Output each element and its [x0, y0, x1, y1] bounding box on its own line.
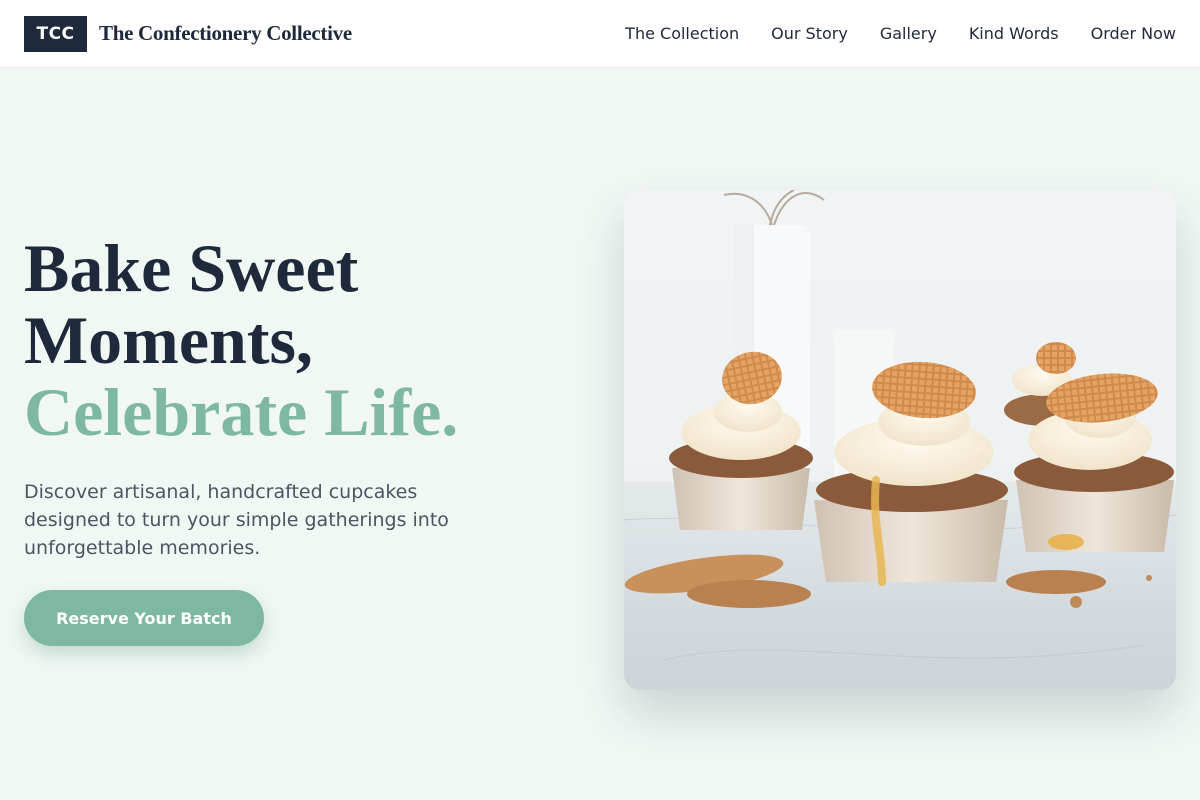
hero-image: [624, 190, 1176, 690]
reserve-batch-button[interactable]: Reserve Your Batch: [24, 590, 264, 646]
hero-headline: Bake Sweet Moments, Celebrate Life.: [24, 232, 564, 448]
brand[interactable]: TCC The Confectionery Collective: [24, 15, 352, 52]
logo-badge[interactable]: TCC: [24, 15, 87, 52]
nav-link-kind-words[interactable]: Kind Words: [969, 24, 1059, 43]
nav-link-gallery[interactable]: Gallery: [880, 24, 937, 43]
headline-line-2: Moments,: [24, 302, 313, 378]
hero-subtext: Discover artisanal, handcrafted cupcakes…: [24, 481, 449, 559]
brand-name[interactable]: The Confectionery Collective: [99, 21, 352, 46]
nav-link-collection[interactable]: The Collection: [625, 24, 739, 43]
site-header: TCC The Confectionery Collective The Col…: [0, 0, 1200, 68]
nav-link-order-now[interactable]: Order Now: [1091, 24, 1176, 43]
nav-link-our-story[interactable]: Our Story: [771, 24, 848, 43]
cupcakes-illustration: [624, 190, 1176, 690]
main-nav: The Collection Our Story Gallery Kind Wo…: [625, 24, 1176, 43]
headline-accent: Celebrate Life.: [24, 374, 459, 450]
hero-text: Bake Sweet Moments, Celebrate Life. Disc…: [24, 232, 564, 562]
headline-line-1: Bake Sweet: [24, 230, 359, 306]
